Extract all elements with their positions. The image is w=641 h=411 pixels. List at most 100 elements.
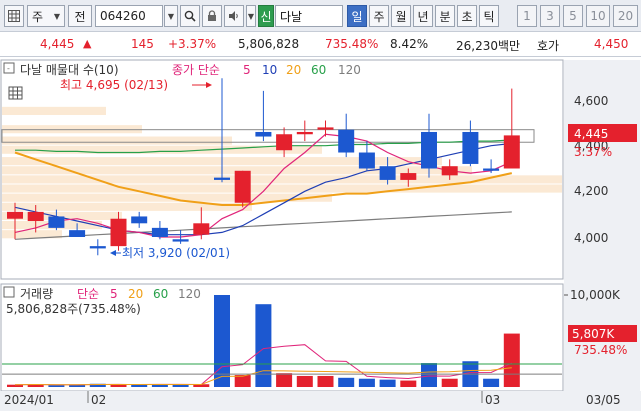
candle-body [89, 246, 106, 249]
stock-name-field[interactable]: 다날 [275, 5, 343, 27]
trade-volume: 5,806,828 [238, 37, 300, 51]
candle-body [27, 211, 44, 222]
candle-body [503, 135, 520, 169]
x-label-03: 03 [485, 393, 500, 407]
interval-10[interactable]: 10 [586, 5, 610, 27]
candle-body [48, 216, 65, 228]
stock-code-input[interactable]: 064260 [95, 5, 163, 27]
volume-bar [172, 384, 189, 387]
volume-bar [400, 380, 417, 387]
speaker-icon[interactable] [224, 5, 244, 27]
candle-body [276, 134, 293, 151]
tab-weekly[interactable]: 주 [369, 5, 389, 27]
volume-bar [276, 373, 293, 387]
tab-monthly[interactable]: 월 [391, 5, 411, 27]
current-pct-text: 3.37% [574, 145, 612, 159]
vol-y-top: 10,000K [570, 288, 621, 302]
current-price: 4,445 [40, 37, 75, 51]
search-icon[interactable] [180, 5, 200, 27]
current-volume-text: 5,806,828주(735.48%) [6, 302, 141, 316]
candle-body [483, 168, 500, 171]
volume-bar [421, 363, 437, 387]
current-volume-pct: 735.48% [574, 343, 627, 357]
interval-20[interactable]: 20 [613, 5, 638, 27]
candle-body [441, 166, 458, 176]
grid-icon[interactable] [4, 5, 24, 27]
y-tick-4000: 4,000 [574, 231, 608, 245]
y-tick-4200: 4,200 [574, 184, 608, 198]
price-change-pct: +3.37% [168, 37, 217, 51]
chart-area[interactable]: - 다날 매물대 수(10) 종가 단순 5 10 20 60 120 최고 4… [0, 57, 641, 411]
volume-bar [234, 375, 251, 387]
candle-body [358, 152, 375, 169]
volume-bar [131, 384, 148, 387]
prev-button[interactable]: 전 [68, 5, 92, 27]
interval-5[interactable]: 5 [563, 5, 583, 27]
ma-legend-10: 10 [262, 63, 277, 77]
volume-bar [503, 333, 520, 387]
candle-body [131, 216, 148, 224]
vol-legend-120: 120 [178, 287, 201, 301]
period-label: 주 [32, 9, 44, 24]
volume-bar [338, 377, 355, 387]
volume-profile-bar [2, 136, 232, 145]
lock-icon[interactable] [202, 5, 222, 27]
ma-legend-5: 5 [243, 63, 251, 77]
low-annotation: 최저 3,920 (02/01) [122, 246, 230, 260]
ma-legend-60: 60 [311, 63, 326, 77]
candle-body [7, 211, 23, 219]
volume-profile-bar [2, 125, 142, 134]
volume-bar [441, 378, 458, 387]
ask-price: 4,450 [594, 37, 629, 51]
chevron-down-icon: ▼ [53, 11, 60, 21]
x-label-02: 02 [91, 393, 106, 407]
period-select[interactable]: 주 ▼ [27, 5, 65, 27]
chevron-down-icon[interactable]: ▼ [164, 5, 178, 27]
interval-3[interactable]: 3 [540, 5, 560, 27]
trade-amount: 26,230백만 [456, 39, 521, 53]
tab-daily[interactable]: 일 [347, 5, 367, 27]
volume-bar [214, 295, 230, 387]
volume-bar [358, 378, 375, 387]
tab-minute[interactable]: 분 [435, 5, 455, 27]
current-price-tag-text: 4,445 [574, 127, 608, 141]
new-badge: 신 [258, 5, 274, 27]
candle-body [338, 129, 355, 153]
volume-bar [296, 375, 313, 387]
candle-body [421, 131, 437, 169]
candle-body [255, 131, 272, 137]
volume-bar [151, 384, 168, 387]
candle-body [193, 223, 210, 235]
candle-body [296, 131, 313, 135]
x-label-2024-01: 2024/01 [4, 393, 54, 407]
price-change: 145 [131, 37, 154, 51]
candle-body [400, 173, 417, 180]
tab-tick[interactable]: 틱 [479, 5, 499, 27]
current-volume-tag-text: 5,807K [572, 327, 615, 341]
candle-body [462, 131, 479, 164]
vol-legend-60: 60 [153, 287, 168, 301]
quote-bar: 4,445 ▲ 145 +3.37% 5,806,828 735.48% 8.4… [0, 32, 641, 57]
table-icon[interactable] [8, 86, 23, 100]
volume-bar [483, 378, 500, 387]
candle-body [317, 127, 334, 130]
ask-label: 호가 [537, 39, 560, 53]
up-arrow-icon: ▲ [83, 37, 92, 50]
tab-yearly[interactable]: 년 [413, 5, 433, 27]
candle-body [69, 230, 86, 237]
tab-second[interactable]: 초 [457, 5, 477, 27]
ma-legend-20: 20 [286, 63, 301, 77]
ma-legend-prefix: 종가 단순 [172, 63, 220, 77]
volume-ratio: 735.48% [325, 37, 379, 51]
volume-profile-bar [2, 106, 106, 115]
chevron-down-icon[interactable]: ▼ [246, 5, 256, 27]
candle-body [214, 177, 230, 180]
toolbar: 주 ▼ 전 064260 ▼ ▼ 신 다날 일 주 월 년 분 초 틱 1 3 5… [0, 0, 641, 32]
volume-bar [48, 385, 65, 387]
volume-legend-title: 거래량 [20, 287, 53, 301]
candle-body [151, 227, 168, 237]
interval-1[interactable]: 1 [517, 5, 537, 27]
svg-text:-: - [7, 64, 10, 73]
vol-legend-prefix: 단순 [77, 287, 99, 301]
turnover-rate: 8.42% [390, 37, 429, 51]
